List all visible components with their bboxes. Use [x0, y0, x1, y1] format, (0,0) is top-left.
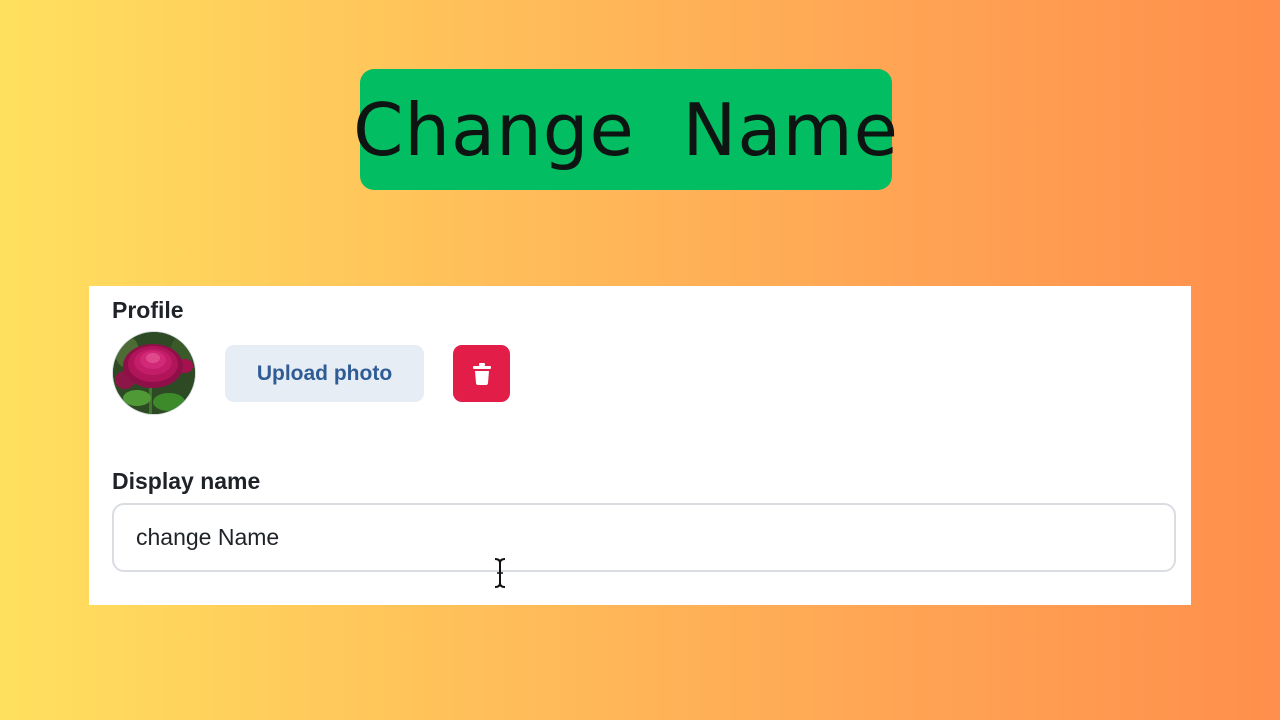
profile-settings-panel: Profile Upload photo Display name change… [89, 286, 1191, 605]
display-name-input[interactable] [112, 503, 1176, 572]
avatar[interactable] [113, 332, 195, 414]
profile-section-label: Profile [112, 297, 184, 323]
delete-photo-button[interactable] [453, 345, 510, 402]
trash-icon [472, 362, 491, 385]
banner-title: Change Name [353, 87, 899, 172]
display-name-label: Display name [112, 468, 261, 494]
title-banner: Change Name [353, 69, 898, 190]
avatar-photo [113, 332, 195, 414]
upload-photo-button[interactable]: Upload photo [225, 345, 424, 402]
text-cursor-icon [492, 557, 508, 589]
